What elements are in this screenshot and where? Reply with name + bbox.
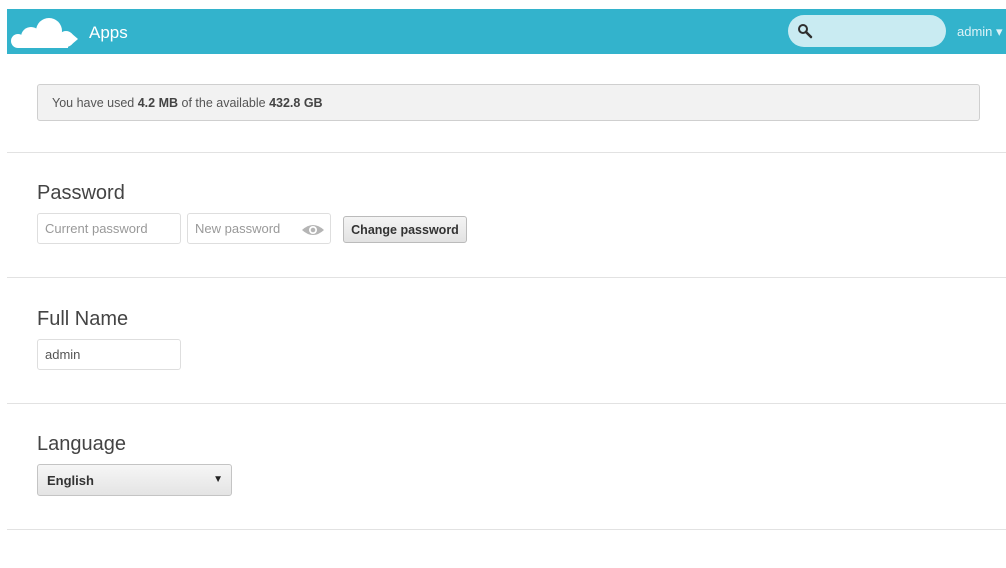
user-menu[interactable]: admin ▾ [957,24,1003,40]
change-password-button[interactable]: Change password [343,216,467,243]
quota-available: 432.8 GB [269,96,323,110]
current-password-input[interactable] [37,213,181,244]
section-divider [7,152,1006,153]
quota-middle: of the available [178,96,270,110]
dropdown-arrow-icon: ▼ [213,474,223,485]
search-input[interactable] [818,21,942,43]
full-name-section-title: Full Name [37,308,129,330]
top-header-bar: Apps admin ▾ [7,9,1006,54]
language-select[interactable]: English ▼ [37,464,232,496]
password-section-title: Password [37,182,125,204]
search-icon [798,24,813,39]
storage-quota-info: You have used 4.2 MB of the available 43… [37,84,980,121]
eye-icon[interactable] [301,222,325,238]
section-divider [7,277,1006,278]
section-divider [7,529,1006,530]
cloud-logo-icon[interactable] [9,15,81,51]
quota-prefix: You have used [52,96,138,110]
language-selected-value: English [47,473,94,488]
search-box[interactable] [788,15,946,47]
apps-menu-title[interactable]: Apps [89,23,128,43]
language-section-title: Language [37,433,126,455]
full-name-input[interactable] [37,339,181,370]
quota-used: 4.2 MB [137,96,179,110]
section-divider [7,403,1006,404]
